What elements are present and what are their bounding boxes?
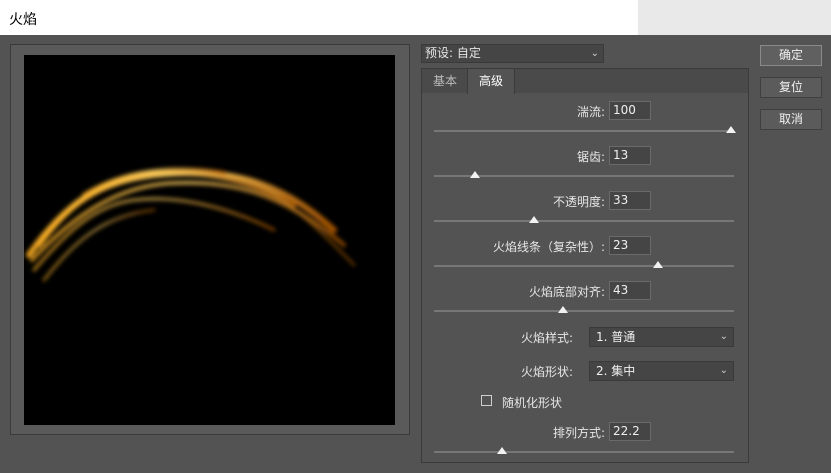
opacity-slider-track[interactable] bbox=[434, 220, 734, 222]
bottom-align-label: 火焰底部对齐: bbox=[528, 285, 605, 299]
ok-button[interactable]: 确定 bbox=[760, 45, 822, 66]
arrangement-label: 排列方式: bbox=[552, 426, 605, 440]
arrangement-slider-track[interactable] bbox=[434, 451, 734, 453]
tab-basic[interactable]: 基本 bbox=[422, 69, 468, 94]
preset-label: 预设: 自定 bbox=[425, 46, 481, 60]
opacity-label: 不透明度: bbox=[552, 195, 605, 209]
title-bar: 火焰 bbox=[0, 0, 831, 35]
bottom-align-slider-track[interactable] bbox=[434, 310, 734, 312]
flame-style-label: 火焰样式: bbox=[520, 331, 573, 345]
complexity-input[interactable]: 23 bbox=[609, 236, 651, 255]
flame-shape-value: 2. 集中 bbox=[596, 364, 636, 378]
complexity-label: 火焰线条（复杂性）: bbox=[492, 240, 605, 254]
flame-shape-select[interactable]: 2. 集中 ⌄ bbox=[589, 361, 734, 381]
complexity-slider-thumb[interactable] bbox=[652, 261, 663, 268]
flame-style-value: 1. 普通 bbox=[596, 330, 636, 344]
tab-strip: 基本 高级 bbox=[421, 68, 749, 94]
bottom-align-slider-thumb[interactable] bbox=[558, 306, 569, 313]
random-shape-checkbox[interactable] bbox=[481, 395, 492, 406]
flame-shape-label: 火焰形状: bbox=[520, 365, 573, 379]
jag-label: 锯齿: bbox=[576, 150, 605, 164]
arrangement-input[interactable]: 22.2 bbox=[609, 422, 651, 441]
jag-slider-thumb[interactable] bbox=[470, 171, 481, 178]
turbulence-label: 湍流: bbox=[576, 105, 605, 119]
opacity-input[interactable]: 33 bbox=[609, 191, 651, 210]
chevron-down-icon: ⌄ bbox=[719, 365, 728, 376]
turbulence-slider-thumb[interactable] bbox=[726, 126, 736, 133]
bottom-align-input[interactable]: 43 bbox=[609, 281, 651, 300]
chevron-down-icon: ⌄ bbox=[719, 331, 728, 342]
flame-style-select[interactable]: 1. 普通 ⌄ bbox=[589, 327, 734, 347]
arrangement-slider-thumb[interactable] bbox=[496, 447, 507, 454]
random-shape-label[interactable]: 随机化形状 bbox=[502, 394, 562, 411]
preset-dropdown[interactable]: 预设: 自定 ⌄ bbox=[421, 44, 604, 63]
turbulence-slider-track[interactable] bbox=[434, 130, 734, 132]
complexity-slider-track[interactable] bbox=[434, 265, 734, 267]
jag-input[interactable]: 13 bbox=[609, 146, 651, 165]
flame-image bbox=[26, 167, 356, 282]
reset-button[interactable]: 复位 bbox=[760, 77, 822, 98]
opacity-slider-thumb[interactable] bbox=[529, 216, 540, 223]
chevron-down-icon: ⌄ bbox=[590, 48, 599, 59]
window-title: 火焰 bbox=[9, 12, 37, 28]
flame-preview[interactable] bbox=[24, 55, 395, 425]
turbulence-input[interactable]: 100 bbox=[609, 101, 651, 120]
tab-advanced[interactable]: 高级 bbox=[467, 69, 516, 94]
title-bar-shade bbox=[638, 0, 831, 35]
cancel-button[interactable]: 取消 bbox=[760, 109, 822, 130]
